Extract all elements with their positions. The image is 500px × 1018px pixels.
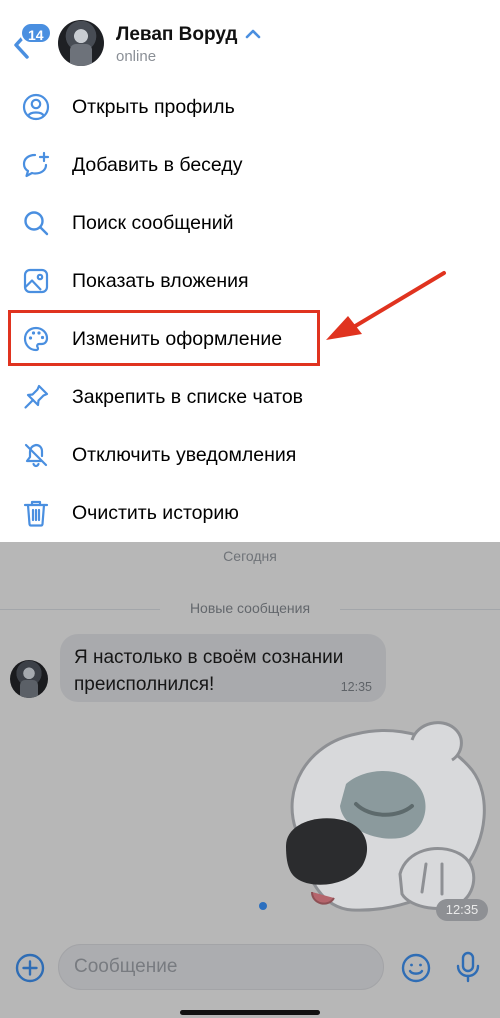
- menu-item-label: Отключить уведомления: [72, 443, 297, 466]
- trash-icon: [20, 497, 52, 529]
- chat-header: 14 Левап Воруд online: [0, 0, 500, 78]
- message-composer: [0, 930, 500, 1018]
- contact-status: online: [116, 48, 157, 65]
- menu-item-label: Очистить историю: [72, 501, 239, 524]
- home-indicator: [180, 1010, 320, 1015]
- plus-circle-icon: [15, 953, 45, 983]
- chat-actions-menu: Открыть профиль Добавить в беседу Поиск …: [0, 78, 500, 542]
- highlight-frame: [8, 310, 320, 366]
- contact-avatar[interactable]: [58, 20, 104, 66]
- chat-area: Сегодня Новые сообщения Я настолько в св…: [0, 542, 500, 930]
- message-bubble[interactable]: Я настолько в своём сознании преисполнил…: [60, 634, 386, 702]
- menu-item-label: Поиск сообщений: [72, 211, 234, 234]
- image-icon: [20, 265, 52, 297]
- menu-item-label: Закрепить в списке чатов: [72, 385, 304, 408]
- annotation-arrow: [326, 271, 446, 340]
- menu-item-search-messages[interactable]: Поиск сообщений: [0, 194, 500, 252]
- new-messages-label: Новые сообщения: [189, 600, 311, 616]
- back-button[interactable]: 14: [8, 22, 52, 62]
- divider-line: [340, 609, 500, 610]
- menu-item-mute-notifications[interactable]: Отключить уведомления: [0, 426, 500, 484]
- new-messages-divider: Новые сообщения: [0, 600, 500, 620]
- bell-off-icon: [20, 439, 52, 471]
- sticker-bear[interactable]: [276, 714, 492, 926]
- chevron-up-icon[interactable]: [245, 28, 261, 40]
- menu-item-label: Открыть профиль: [72, 95, 235, 118]
- message-time: 12:35: [340, 680, 372, 694]
- pin-icon: [20, 381, 52, 413]
- voice-message-button[interactable]: [452, 950, 484, 984]
- search-icon: [20, 207, 52, 239]
- microphone-icon: [456, 951, 480, 983]
- menu-item-add-to-chat[interactable]: Добавить в беседу: [0, 136, 500, 194]
- menu-item-pin-chat[interactable]: Закрепить в списке чатов: [0, 368, 500, 426]
- menu-item-clear-history[interactable]: Очистить историю: [0, 484, 500, 542]
- unread-indicator: [259, 902, 267, 910]
- attach-button[interactable]: [14, 952, 46, 984]
- date-separator: Сегодня: [223, 548, 277, 564]
- contact-name[interactable]: Левап Воруд: [116, 24, 238, 46]
- unread-count-badge: 14: [20, 22, 52, 44]
- message-text: Я настолько в своём сознании преисполнил…: [74, 647, 344, 695]
- user-circle-icon: [20, 91, 52, 123]
- chat-add-icon: [20, 149, 52, 181]
- sender-avatar[interactable]: [10, 660, 48, 698]
- message-input[interactable]: [58, 944, 384, 990]
- emoji-button[interactable]: [400, 952, 432, 984]
- smile-icon: [401, 953, 431, 983]
- menu-item-open-profile[interactable]: Открыть профиль: [0, 78, 500, 136]
- menu-item-label: Показать вложения: [72, 269, 249, 292]
- sticker-time: 12:35: [436, 899, 488, 921]
- menu-item-label: Добавить в беседу: [72, 153, 243, 176]
